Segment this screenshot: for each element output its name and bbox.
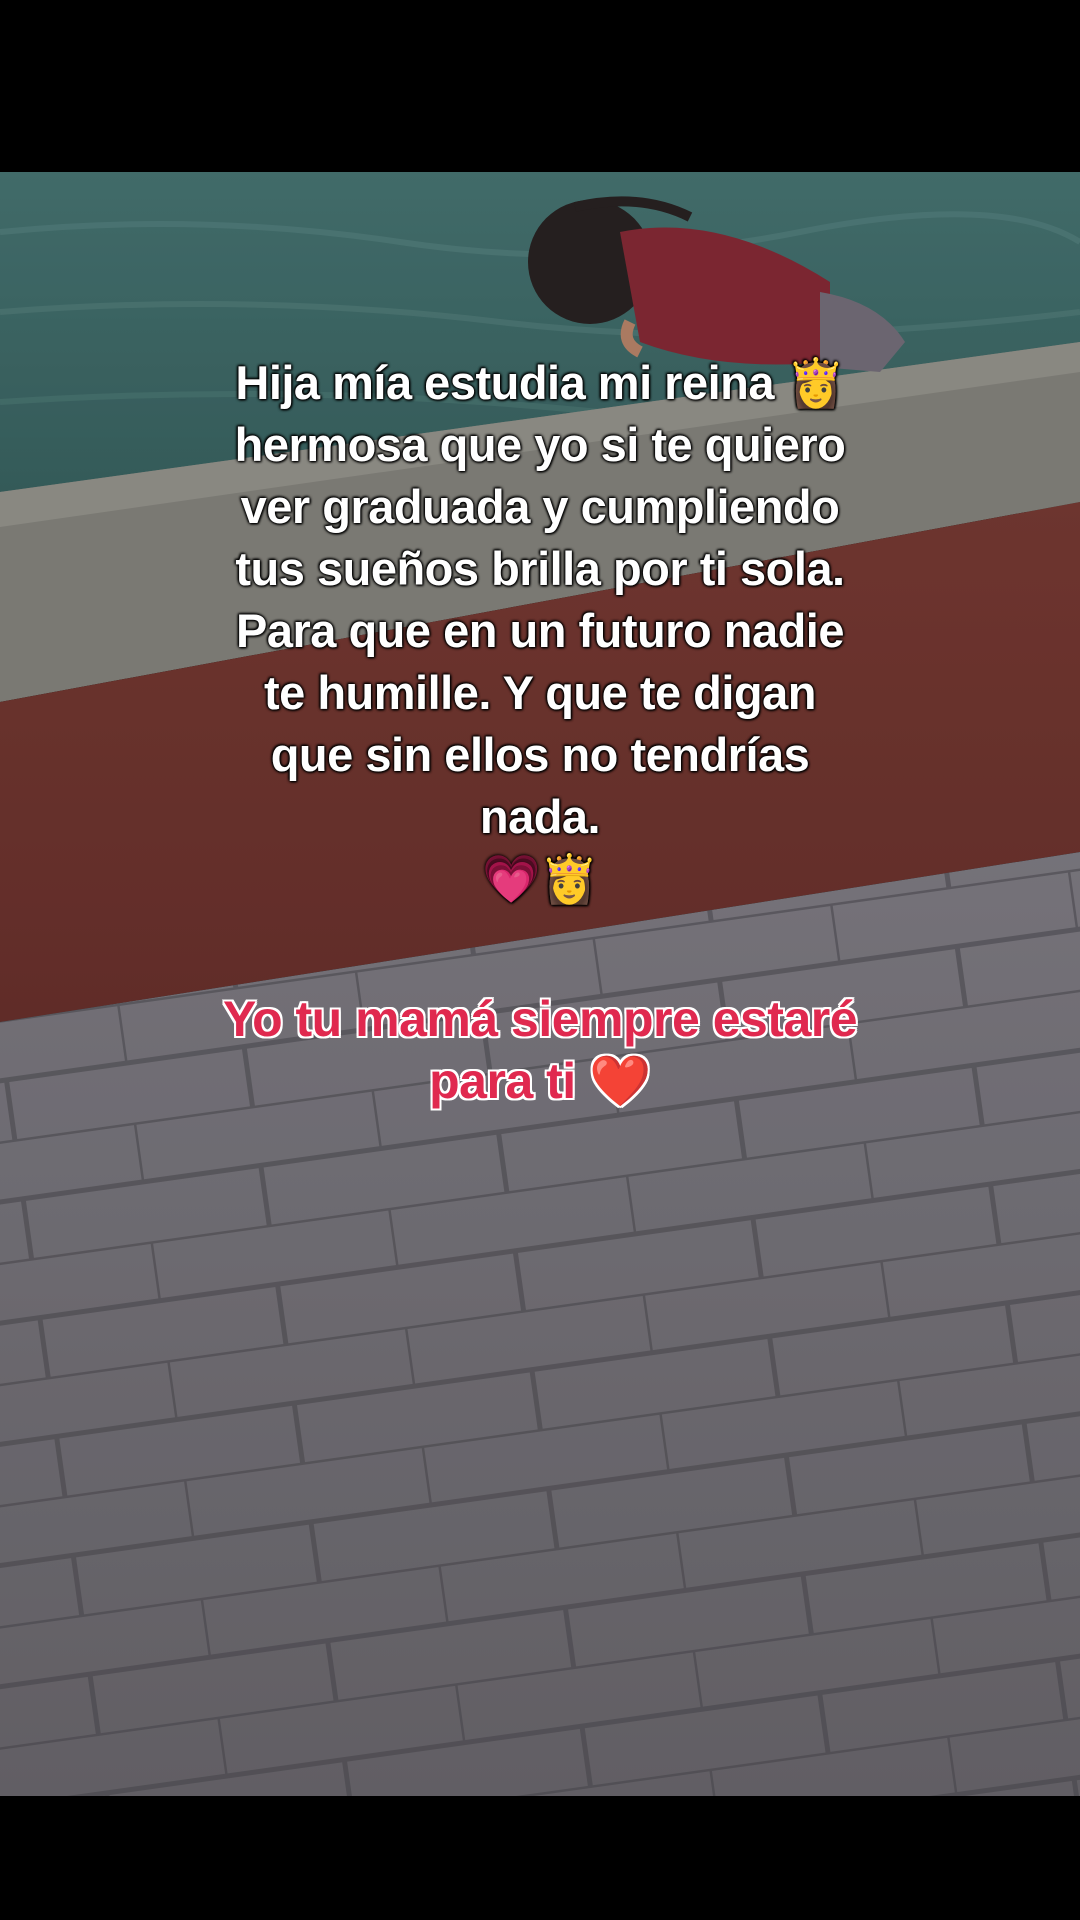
caption-line: tus sueños brilla por ti sola.: [235, 542, 845, 595]
caption-line: Hija mía estudia mi reina 👸: [235, 356, 845, 409]
caption-text: Hija mía estudia mi reina 👸 hermosa que …: [140, 352, 940, 910]
highlight-caption: Yo tu mamá siempre estaré para ti ❤️: [140, 988, 940, 1112]
caption-line: nada.: [479, 790, 601, 843]
highlight-line: para ti ❤️: [429, 1053, 651, 1109]
highlight-line: Yo tu mamá siempre estaré: [222, 991, 858, 1047]
caption-line: te humille. Y que te digan: [264, 666, 817, 719]
caption-line: Para que en un futuro nadie: [235, 604, 845, 657]
caption-line: hermosa que yo si te quiero: [234, 418, 846, 471]
caption-emoji-line: 💗👸: [481, 852, 599, 905]
letterbox-top: [0, 0, 1080, 172]
letterbox-bottom: [0, 1796, 1080, 1920]
caption-line: ver graduada y cumpliendo: [240, 480, 840, 533]
caption-line: que sin ellos no tendrías: [270, 728, 810, 781]
